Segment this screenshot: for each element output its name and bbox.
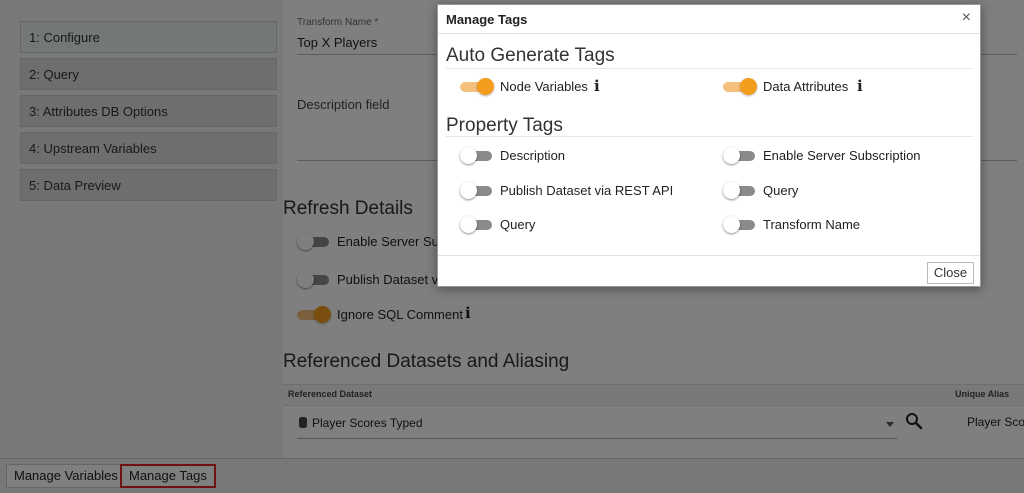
node-variables-label: Node Variables [500, 79, 588, 94]
data-attributes-toggle[interactable] [723, 77, 757, 95]
property-tags-title: Property Tags [446, 115, 563, 136]
dialog-footer-divider [438, 255, 980, 256]
info-icon[interactable]: i [594, 77, 600, 95]
close-button[interactable]: Close [927, 262, 974, 284]
transform-name-tag-toggle[interactable] [723, 215, 757, 233]
publish-dataset-tag-label: Publish Dataset via REST API [500, 183, 674, 198]
query-tag-toggle[interactable] [723, 181, 757, 199]
manage-tags-dialog: Manage Tags × Auto Generate Tags Node Va… [437, 4, 981, 287]
description-tag-label: Description [500, 148, 566, 163]
close-icon[interactable]: × [962, 9, 971, 27]
data-attributes-label: Data Attributes [763, 79, 849, 94]
enable-server-subscription-tag-toggle[interactable] [723, 146, 757, 164]
auto-generate-tags-title: Auto Generate Tags [446, 45, 615, 66]
info-icon[interactable]: i [857, 77, 863, 95]
dialog-title: Manage Tags [446, 12, 528, 27]
section-divider [446, 136, 973, 137]
query-tag-label: Query [763, 183, 799, 198]
publish-dataset-tag-toggle[interactable] [460, 181, 494, 199]
description-tag-toggle[interactable] [460, 146, 494, 164]
dialog-header: Manage Tags × [438, 5, 980, 34]
node-variables-toggle[interactable] [460, 77, 494, 95]
query-tag-toggle-2[interactable] [460, 215, 494, 233]
query-tag-label-2: Query [500, 217, 536, 232]
enable-server-subscription-tag-label: Enable Server Subscription [763, 148, 921, 163]
section-divider [446, 68, 973, 69]
transform-name-tag-label: Transform Name [763, 217, 861, 232]
